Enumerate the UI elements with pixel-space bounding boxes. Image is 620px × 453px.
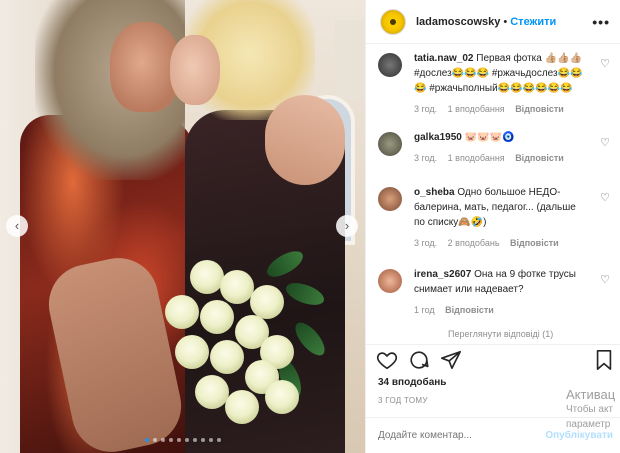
heart-icon[interactable]: ♡ — [600, 273, 610, 286]
reply-button[interactable]: Відповісти — [510, 238, 559, 248]
comment-time[interactable]: 3 год. — [414, 153, 437, 163]
chevron-left-icon: ‹ — [14, 218, 20, 233]
photo-woman-face — [170, 35, 220, 105]
post-sidebar: ladamoscowsky • Стежити ••• tatia.naw_02… — [365, 0, 620, 453]
comment-likes[interactable]: 1 вподобання — [448, 104, 505, 114]
comment-likes[interactable]: 1 вподобання — [448, 153, 505, 163]
reply-button[interactable]: Відповісти — [515, 104, 564, 114]
comment-icon[interactable] — [408, 349, 430, 376]
reply-button[interactable]: Відповісти — [515, 153, 564, 163]
carousel-indicator — [0, 438, 365, 442]
avatar[interactable] — [380, 8, 406, 35]
carousel-dot — [152, 438, 157, 442]
comment-time[interactable]: 3 год. — [414, 238, 437, 248]
comment-username[interactable]: galka1950 — [414, 132, 462, 143]
post-actions — [366, 344, 620, 374]
heart-icon[interactable] — [376, 349, 398, 376]
carousel-dot — [160, 438, 165, 442]
photo-background-column — [335, 20, 365, 100]
carousel-dot — [208, 438, 213, 442]
post-header: ladamoscowsky • Стежити ••• — [366, 0, 620, 44]
carousel-dot — [184, 438, 189, 442]
carousel-dot — [168, 438, 173, 442]
carousel-next-button[interactable]: › — [336, 215, 358, 237]
comment-likes[interactable]: 2 вподобань — [448, 238, 500, 248]
chevron-right-icon: › — [344, 218, 350, 233]
comment-time[interactable]: 1 год — [414, 305, 435, 315]
comment-username[interactable]: tatia.naw_02 — [414, 53, 473, 64]
list-item: tatia.naw_02 Первая фотка 👍🏼👍🏼👍🏼#дослез😂… — [378, 51, 614, 117]
header-separator: • — [503, 15, 508, 28]
post-photo[interactable]: ‹ › — [0, 0, 365, 453]
heart-icon[interactable]: ♡ — [600, 191, 610, 204]
bookmark-icon[interactable] — [594, 349, 614, 376]
list-item: irena_s2607 Она на 9 фотке трусы снимает… — [378, 267, 614, 318]
photo-woman-arm — [265, 95, 345, 185]
commenter-avatar[interactable] — [378, 53, 402, 77]
activation-watermark: Активац Чтобы акт параметр — [566, 387, 616, 430]
post-author-username[interactable]: ladamoscowsky — [416, 16, 500, 28]
carousel-dot — [144, 438, 149, 442]
heart-icon[interactable]: ♡ — [600, 57, 610, 70]
view-replies-button[interactable]: Переглянути відповіді (1) — [448, 329, 553, 339]
commenter-avatar[interactable] — [378, 269, 402, 293]
comment-input[interactable] — [378, 430, 528, 441]
comments-list[interactable]: tatia.naw_02 Первая фотка 👍🏼👍🏼👍🏼#дослез😂… — [366, 45, 620, 343]
photo-bouquet — [150, 246, 330, 430]
heart-icon[interactable]: ♡ — [600, 136, 610, 149]
carousel-dot — [216, 438, 221, 442]
comment-text: 🐷🐷🐷🧿 — [464, 132, 515, 143]
commenter-avatar[interactable] — [378, 187, 402, 211]
share-icon[interactable] — [440, 349, 462, 376]
post-timestamp: 3 ГОД ТОМУ — [378, 396, 428, 405]
follow-button[interactable]: Стежити — [510, 16, 556, 28]
likes-count[interactable]: 34 вподобань — [378, 377, 446, 388]
comment-username[interactable]: irena_s2607 — [414, 269, 471, 280]
carousel-dot — [192, 438, 197, 442]
carousel-dot — [176, 438, 181, 442]
commenter-avatar[interactable] — [378, 132, 402, 156]
carousel-dot — [200, 438, 205, 442]
carousel-prev-button[interactable]: ‹ — [6, 215, 28, 237]
comment-username[interactable]: o_sheba — [414, 187, 455, 198]
list-item: o_sheba Одно большое НЕДО-балерина, мать… — [378, 185, 614, 251]
list-item: galka1950 🐷🐷🐷🧿 3 год. 1 вподобання Відпо… — [378, 130, 614, 166]
comment-time[interactable]: 3 год. — [414, 104, 437, 114]
more-options-icon[interactable]: ••• — [592, 14, 610, 30]
reply-button[interactable]: Відповісти — [445, 305, 494, 315]
